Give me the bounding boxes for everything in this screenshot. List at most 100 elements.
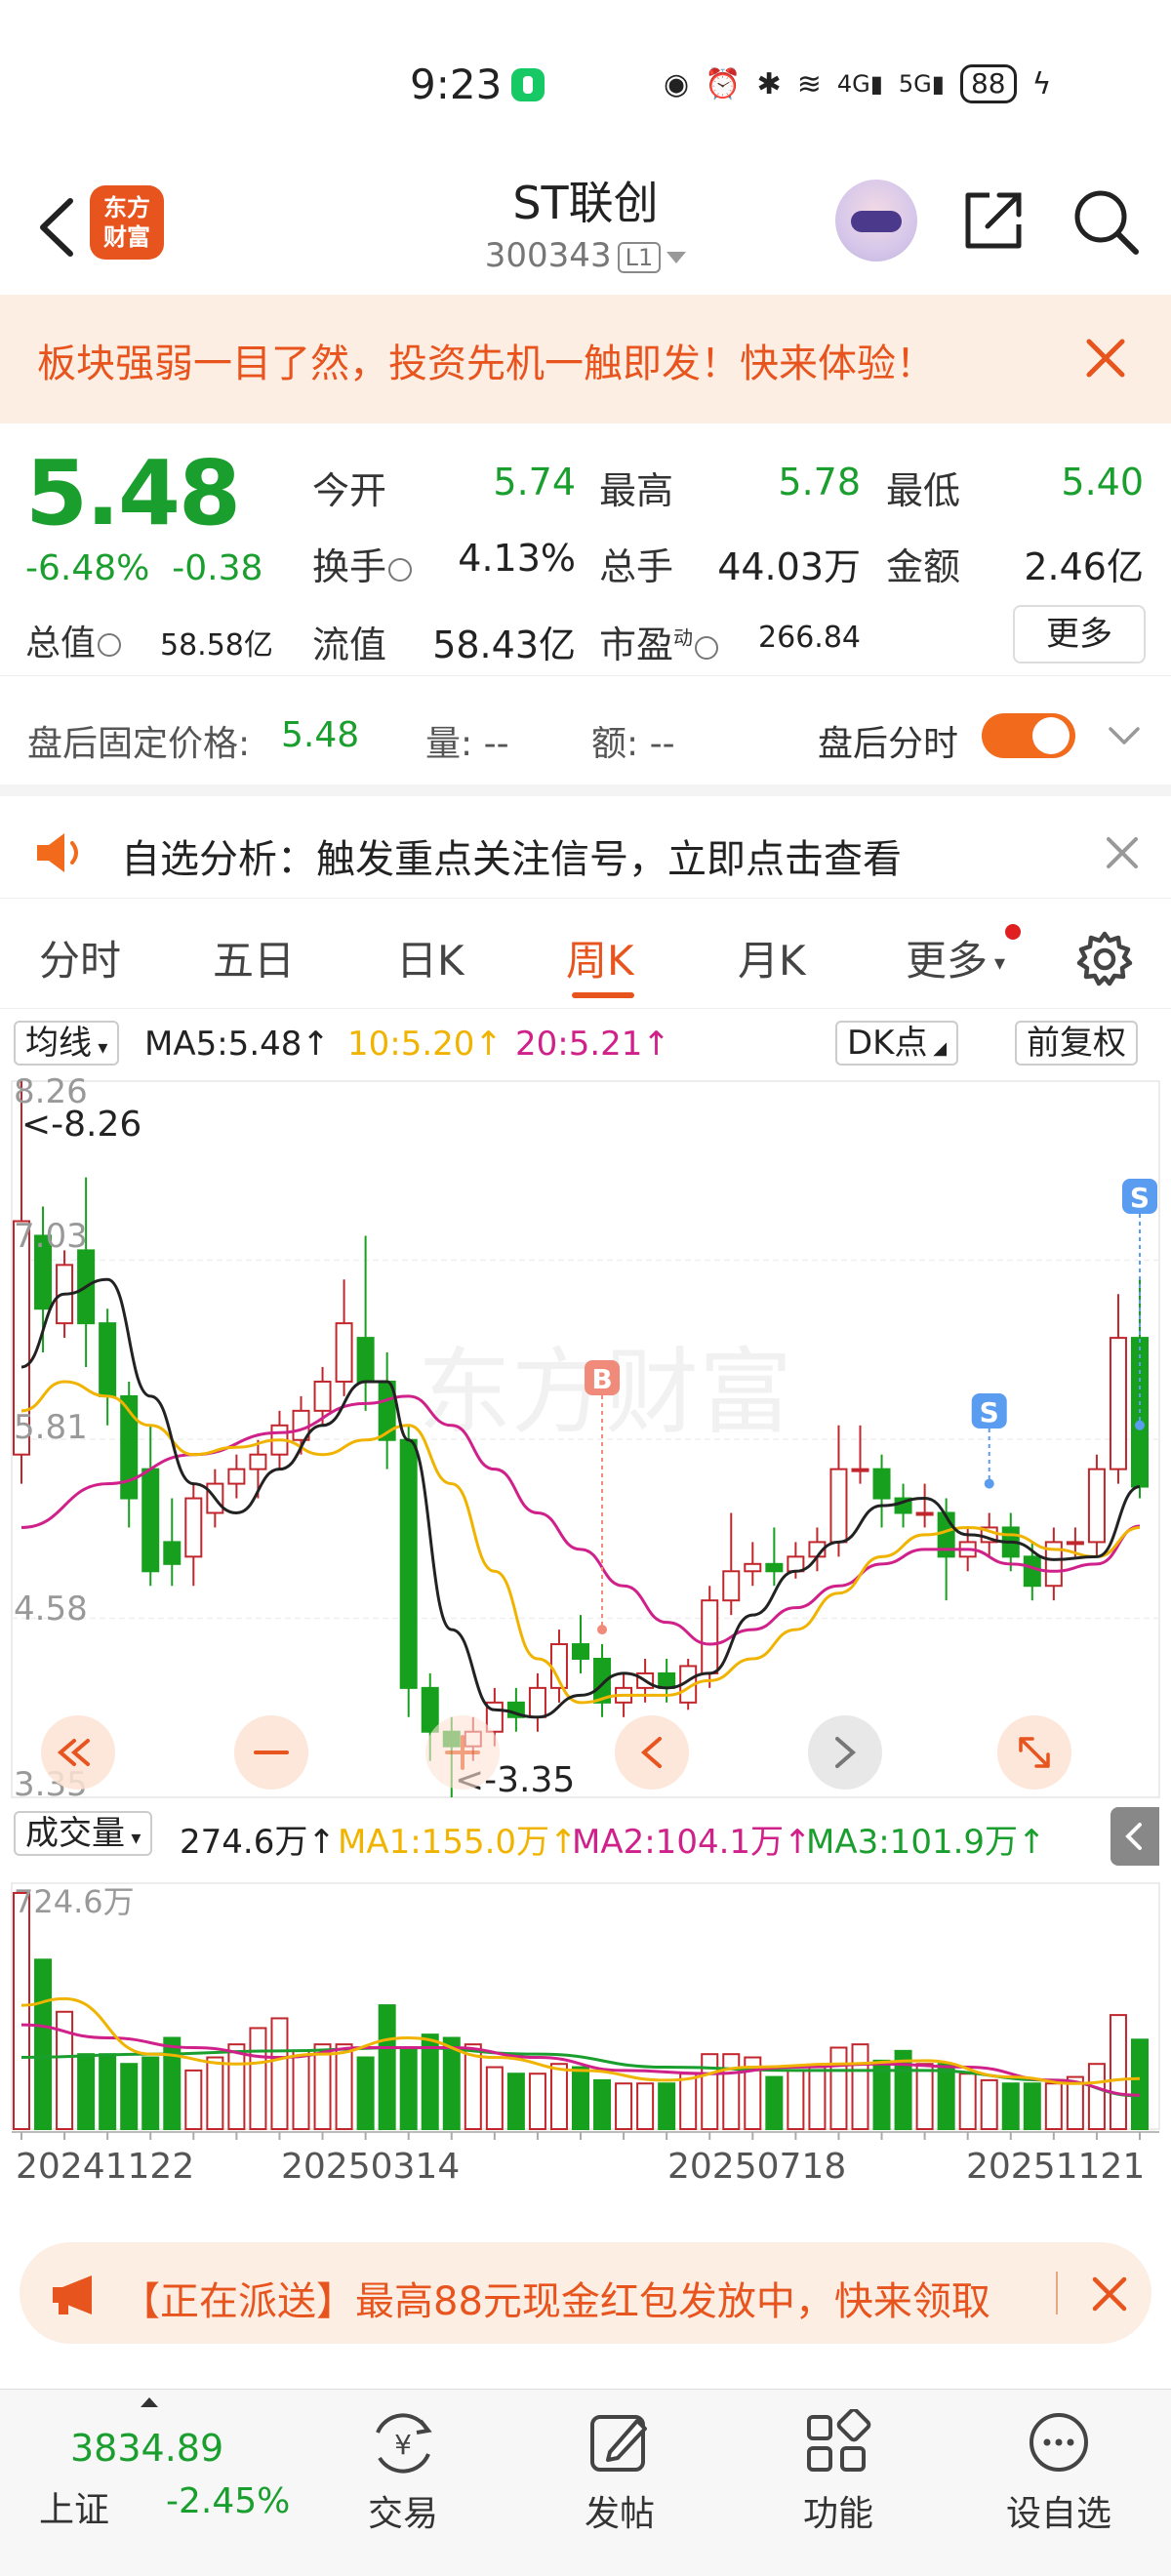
volume-ma1: MA1:155.0万↑	[338, 1823, 578, 1862]
info-icon[interactable]	[98, 633, 122, 657]
next-button[interactable]	[808, 1715, 882, 1790]
close-icon[interactable]	[1089, 2274, 1130, 2314]
nav-post[interactable]: 发帖	[546, 2409, 693, 2556]
info-icon[interactable]	[695, 635, 719, 660]
amount-value: 2.46亿	[1024, 545, 1144, 588]
nav-trade-label: 交易	[367, 2494, 438, 2534]
zoom-in-button[interactable]	[425, 1715, 500, 1790]
volume-bar	[549, 2063, 568, 2130]
candle-body	[744, 1562, 762, 1573]
volume-bar	[851, 2043, 869, 2131]
volume-max-label: 724.6万	[14, 1883, 135, 1920]
kline-chart[interactable]: 东方财富 BSS 8.26 7.03 5.81 4.58 3.35 <-8.26…	[0, 1073, 1171, 2225]
volume-bar	[615, 2082, 633, 2130]
volume-bar	[980, 2078, 998, 2131]
signal-5g-icon: 5G▮	[898, 70, 945, 98]
volume-bar	[184, 2069, 203, 2131]
date-label-1: 20241122	[16, 2147, 195, 2187]
close-icon[interactable]	[1081, 334, 1130, 382]
candle-body	[701, 1599, 719, 1674]
date-label-3: 20250718	[667, 2147, 847, 2187]
status-bar: 9:23 ◉ ⏰ ✱ ≋ 4G▮ 5G▮ 88 ϟ	[0, 0, 1171, 166]
signal-notice[interactable]: 自选分析：触发重点关注信号，立即点击查看	[0, 785, 1171, 898]
pe-superscript: 动	[673, 625, 694, 650]
more-button[interactable]: 更多	[1013, 605, 1146, 664]
open-label: 今开	[312, 469, 387, 512]
volume-indicator-selector[interactable]: 成交量 ▾	[14, 1811, 153, 1856]
volume-bar	[1023, 2082, 1041, 2130]
date-label-2: 20250314	[281, 2147, 461, 2187]
red-packet-banner[interactable]: 【正在派送】最高88元现金红包发放中，快来领取	[20, 2242, 1151, 2344]
tab-monthly-k[interactable]: 月K	[738, 928, 806, 987]
search-icon[interactable]	[1071, 187, 1140, 256]
fullscreen-button[interactable]	[997, 1715, 1071, 1790]
grid	[11, 1080, 1160, 2140]
tab-daily-k[interactable]: 日K	[396, 928, 464, 987]
volume-bar	[1131, 2038, 1149, 2130]
battery-icon: 88	[959, 64, 1017, 103]
nav-functions[interactable]: 功能	[765, 2409, 911, 2556]
share-icon[interactable]	[960, 187, 1027, 254]
gear-icon[interactable]	[1075, 930, 1134, 988]
candle-body	[313, 1380, 332, 1412]
candle-body	[421, 1686, 439, 1733]
notice-text: 自选分析：触发重点关注信号，立即点击查看	[121, 837, 902, 882]
divider	[1056, 2272, 1058, 2314]
megaphone-icon	[53, 2275, 92, 2314]
prev-button[interactable]	[615, 1715, 689, 1790]
after-hours-label: 盘后固定价格:	[27, 724, 251, 764]
candle-body	[163, 1541, 182, 1565]
volume-bar	[163, 2036, 182, 2130]
ma20-value: 20:5.21↑	[515, 1025, 670, 1064]
tab-intraday[interactable]: 分时	[39, 928, 121, 987]
index-value: 3834.89	[70, 2427, 224, 2470]
tab-more[interactable]: 更多 ▾	[906, 928, 1005, 987]
dk-point-selector[interactable]: DK点 ◢	[835, 1021, 959, 1066]
index-name: 上证	[39, 2490, 110, 2530]
svg-text:¥: ¥	[394, 2429, 412, 2461]
market-cap-value: 58.58亿	[160, 628, 273, 663]
volume-bar	[13, 1892, 30, 2130]
volume-legend: 成交量 ▾ 274.6万↑ MA1:155.0万↑ MA2:104.1万↑ MA…	[0, 1801, 1171, 1868]
tab-five-day[interactable]: 五日	[213, 928, 295, 987]
volume-bar	[120, 2063, 139, 2130]
after-hours-price: 5.48	[281, 715, 360, 755]
collapse-panel-button[interactable]	[1110, 1807, 1159, 1866]
after-hours-toggle[interactable]	[982, 713, 1075, 758]
last-price: 5.48	[25, 441, 241, 545]
nav-add-watchlist-label: 设自选	[1005, 2494, 1111, 2534]
volume-value: 274.6万↑	[180, 1823, 336, 1862]
index-change: -2.45%	[166, 2481, 291, 2521]
candle-body	[99, 1322, 117, 1397]
nav-add-watchlist[interactable]: 设自选	[986, 2409, 1132, 2556]
volume-ma3: MA3:101.9万↑	[806, 1823, 1046, 1862]
period-tabs: 分时 五日 日K 周K 月K 更多 ▾	[0, 898, 1171, 1009]
nav-trade[interactable]: ¥ 交易	[330, 2409, 476, 2556]
amount-label: 金额	[886, 545, 961, 588]
volume-bar	[1044, 2082, 1063, 2130]
stock-header: 东方 财富 ST联创 300343 L1	[0, 166, 1171, 295]
candle-body	[872, 1468, 891, 1500]
adjust-selector[interactable]: 前复权	[1015, 1021, 1138, 1066]
candle-body	[1087, 1468, 1106, 1544]
info-icon[interactable]	[388, 557, 413, 582]
zoom-out-button[interactable]	[234, 1715, 308, 1790]
indicator-selector[interactable]: 均线 ▾	[14, 1021, 120, 1066]
edit-icon	[590, 2415, 647, 2472]
open-value: 5.74	[493, 461, 576, 503]
ai-assistant-icon[interactable]	[835, 180, 917, 262]
signal-4g-icon: 4G▮	[836, 70, 883, 98]
date-label-4: 20251121	[966, 2147, 1146, 2187]
promo-banner[interactable]: 板块强弱一目了然，投资先机一触即发！快来体验！	[0, 295, 1171, 423]
grid-icon	[807, 2409, 871, 2472]
date-axis: 20241122 20250314 20250718 20251121	[0, 2147, 1171, 2205]
scroll-left-button[interactable]	[41, 1715, 115, 1790]
promo-text: 板块强弱一目了然，投资先机一触即发！快来体验！	[37, 342, 935, 386]
close-icon[interactable]	[1101, 831, 1144, 874]
bottom-nav: 3834.89 上证 -2.45% ¥ 交易 发帖 功能 设自选	[0, 2389, 1171, 2576]
app-indicator-icon	[511, 68, 545, 101]
volume-bar	[141, 2056, 160, 2130]
chevron-down-icon[interactable]	[1107, 721, 1142, 750]
speaker-icon	[37, 833, 78, 872]
tab-weekly-k[interactable]: 周K	[566, 928, 634, 987]
